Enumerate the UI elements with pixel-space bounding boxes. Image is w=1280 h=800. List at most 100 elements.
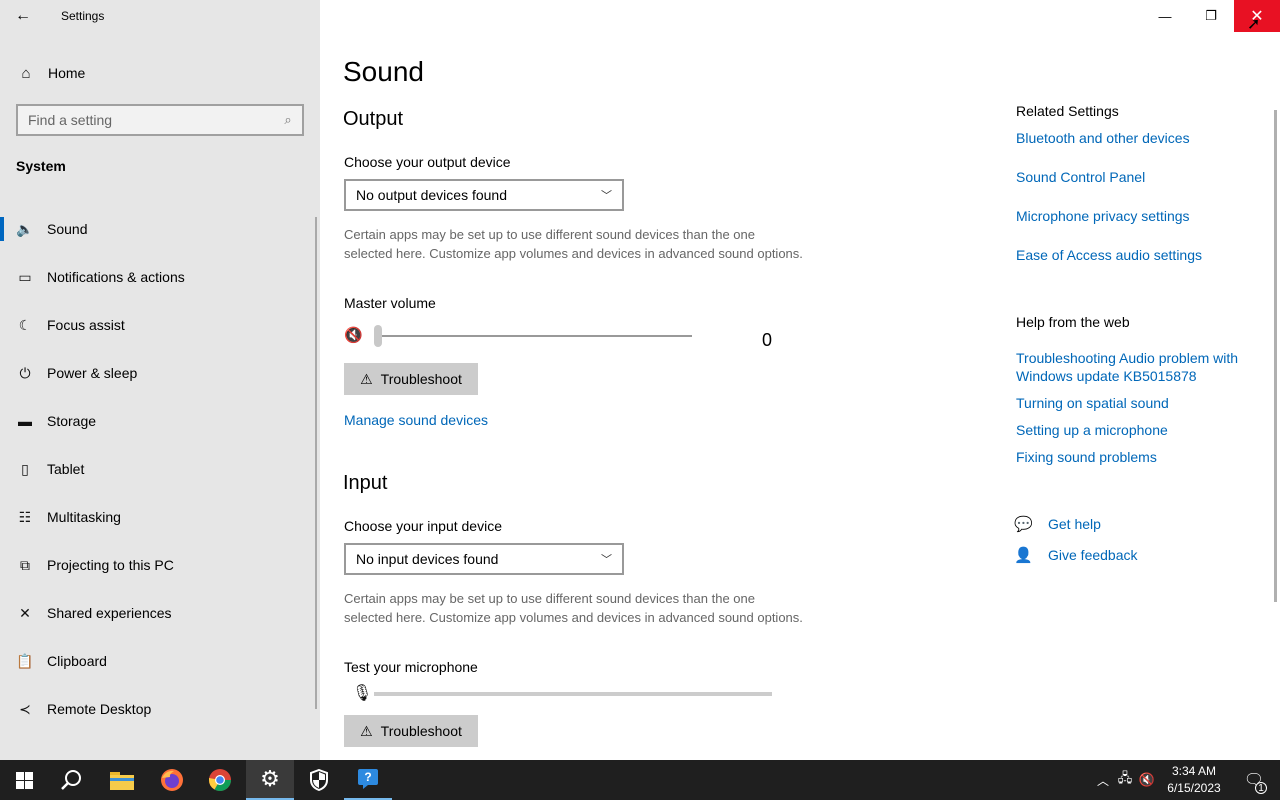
home-icon: ⌂ xyxy=(21,64,31,82)
output-troubleshoot-button[interactable]: ⚠ Troubleshoot xyxy=(344,363,478,395)
projecting-icon: ⧉ xyxy=(20,556,30,573)
remote-desktop-icon: ≺ xyxy=(19,700,31,717)
sidebar-item-projecting[interactable]: ⧉ Projecting to this PC xyxy=(0,541,316,589)
sidebar-item-label: Focus assist xyxy=(47,317,125,333)
settings-icon: ⚙ xyxy=(260,766,280,791)
related-link-ease-of-access-audio[interactable]: Ease of Access audio settings xyxy=(1016,246,1266,264)
related-settings-heading: Related Settings xyxy=(1016,103,1119,119)
page-title: Sound xyxy=(343,56,424,87)
help-link-spatial-sound[interactable]: Turning on spatial sound xyxy=(1016,394,1266,412)
search-box[interactable]: ⌕ xyxy=(16,104,304,136)
security-button[interactable] xyxy=(295,760,343,800)
chevron-up-icon[interactable]: ︿ xyxy=(1094,772,1112,789)
mouse-cursor-icon: ➚ xyxy=(1247,16,1261,33)
app-title: Settings xyxy=(61,9,105,23)
sidebar-item-focus-assist[interactable]: ☾ Focus assist xyxy=(0,301,316,349)
sidebar-item-label: Projecting to this PC xyxy=(47,557,174,573)
help-link-troubleshooting-audio[interactable]: Troubleshooting Audio problem with Windo… xyxy=(1016,349,1266,385)
sidebar-item-remote-desktop[interactable]: ≺ Remote Desktop xyxy=(0,685,316,733)
clipboard-icon: 📋 xyxy=(16,652,34,669)
output-device-value: No output devices found xyxy=(356,187,507,203)
microphone-icon: 🎙 xyxy=(352,685,373,702)
taskbar: ⚙ ? ︿ 🖧 🔇 3:34 AM 6/15/2023 🗨 1 xyxy=(0,760,1280,800)
power-icon: ⏻ xyxy=(19,364,31,381)
related-link-microphone-privacy[interactable]: Microphone privacy settings xyxy=(1016,207,1266,225)
master-volume-label: Master volume xyxy=(344,295,436,311)
search-input[interactable] xyxy=(18,112,274,128)
search-icon xyxy=(61,770,81,790)
file-explorer-icon xyxy=(110,772,134,790)
sidebar-item-label: Tablet xyxy=(47,461,85,477)
volume-slider-track[interactable] xyxy=(378,335,692,337)
sidebar-item-clipboard[interactable]: 📋 Clipboard xyxy=(0,637,316,685)
chrome-button[interactable] xyxy=(196,760,244,800)
chevron-down-icon: ﹀ xyxy=(601,554,612,566)
speaker-mute-icon[interactable]: 🔇 xyxy=(344,326,363,344)
master-volume-slider[interactable]: 🔇 xyxy=(344,324,784,348)
storage-icon: ▬ xyxy=(18,413,32,429)
restore-button[interactable]: ❐ xyxy=(1188,0,1234,32)
taskbar-search-button[interactable] xyxy=(48,760,96,800)
main-scrollbar[interactable] xyxy=(1274,110,1277,602)
related-link-sound-control-panel[interactable]: Sound Control Panel xyxy=(1016,168,1266,186)
volume-slider-thumb[interactable] xyxy=(374,325,382,347)
sidebar-nav: 🔈 Sound ▭ Notifications & actions ☾ Focu… xyxy=(0,205,316,733)
shared-icon: ✕ xyxy=(19,604,31,621)
input-device-label: Choose your input device xyxy=(344,518,502,534)
speaker-icon: 🔈 xyxy=(16,220,34,237)
moon-icon: ☾ xyxy=(18,316,32,333)
windows-logo-icon xyxy=(15,771,33,789)
sidebar-item-label: Notifications & actions xyxy=(47,269,185,285)
search-icon[interactable]: ⌕ xyxy=(274,112,302,128)
settings-taskbar-button[interactable]: ⚙ xyxy=(246,760,294,800)
tablet-icon: ▯ xyxy=(21,460,29,477)
output-device-label: Choose your output device xyxy=(344,154,511,170)
manage-sound-devices-link[interactable]: Manage sound devices xyxy=(344,412,488,428)
sidebar-item-sound[interactable]: 🔈 Sound xyxy=(0,205,316,253)
multitasking-icon: ☷ xyxy=(18,508,32,525)
back-button[interactable]: ← xyxy=(0,0,46,32)
file-explorer-button[interactable] xyxy=(98,760,146,800)
related-link-bluetooth[interactable]: Bluetooth and other devices xyxy=(1016,129,1266,147)
volume-muted-icon[interactable]: 🔇 xyxy=(1138,772,1156,788)
output-heading: Output xyxy=(343,108,404,130)
help-link-fixing-sound[interactable]: Fixing sound problems xyxy=(1016,448,1266,466)
security-icon xyxy=(310,769,328,791)
sidebar-item-shared-experiences[interactable]: ✕ Shared experiences xyxy=(0,589,316,637)
help-app-button[interactable]: ? xyxy=(344,760,392,800)
output-device-dropdown[interactable]: No output devices found ﹀ xyxy=(344,179,624,211)
get-help-link[interactable]: Get help xyxy=(1048,515,1280,533)
sidebar-item-tablet[interactable]: ▯ Tablet xyxy=(0,445,316,493)
clock[interactable]: 3:34 AM 6/15/2023 xyxy=(1160,763,1228,797)
start-button[interactable] xyxy=(0,760,48,800)
sidebar-scrollbar[interactable] xyxy=(315,217,317,709)
sidebar-item-power-sleep[interactable]: ⏻ Power & sleep xyxy=(0,349,316,397)
action-center-button[interactable]: 🗨 1 xyxy=(1236,760,1272,800)
input-device-dropdown[interactable]: No input devices found ﹀ xyxy=(344,543,624,575)
notification-icon: ▭ xyxy=(18,268,32,285)
firefox-button[interactable] xyxy=(148,760,196,800)
sidebar-item-storage[interactable]: ▬ Storage xyxy=(0,397,316,445)
help-from-web-heading: Help from the web xyxy=(1016,314,1130,330)
sidebar-item-notifications[interactable]: ▭ Notifications & actions xyxy=(0,253,316,301)
sidebar-item-multitasking[interactable]: ☷ Multitasking xyxy=(0,493,316,541)
sidebar: ← Settings ⌂ Home ⌕ System 🔈 Sound ▭ Not… xyxy=(0,0,320,760)
microphone-level-meter: 🎙 xyxy=(344,683,784,707)
sidebar-item-label: Sound xyxy=(47,221,88,237)
sidebar-item-label: Home xyxy=(48,65,86,81)
volume-value: 0 xyxy=(762,330,773,350)
give-feedback-link[interactable]: Give feedback xyxy=(1048,546,1280,564)
sidebar-item-label: Power & sleep xyxy=(47,365,138,381)
get-help-icon: 💬 xyxy=(1014,516,1033,533)
network-icon[interactable]: 🖧 xyxy=(1112,769,1138,791)
sidebar-item-label: Storage xyxy=(47,413,97,429)
help-link-setting-up-microphone[interactable]: Setting up a microphone xyxy=(1016,421,1266,439)
troubleshoot-label: Troubleshoot xyxy=(380,371,462,387)
minimize-button[interactable]: — xyxy=(1142,0,1188,32)
sidebar-item-label: Shared experiences xyxy=(47,605,172,621)
sidebar-item-home[interactable]: ⌂ Home xyxy=(0,57,320,89)
input-heading: Input xyxy=(343,472,388,494)
warning-icon: ⚠ xyxy=(360,370,373,387)
input-troubleshoot-button[interactable]: ⚠ Troubleshoot xyxy=(344,715,478,747)
title-bar: ← Settings xyxy=(0,0,320,32)
